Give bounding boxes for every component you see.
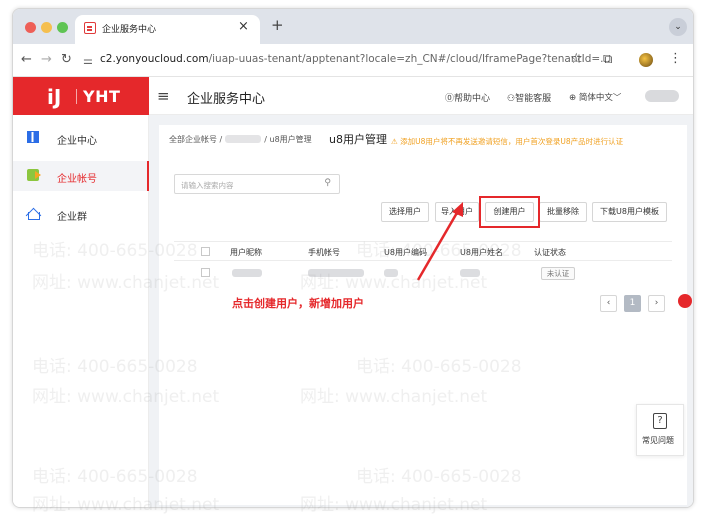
address-bar[interactable]: c2.yonyoucloud.com/iuap-uuas-tenant/appt… [100,53,610,65]
sidebar-item-label: 企业群 [57,212,87,223]
tab-search-button[interactable]: ⌄ [669,18,687,36]
back-arrow-icon[interactable]: ← [21,52,32,67]
blurred-cell [308,269,364,277]
search-placeholder: 请输入搜索内容 [181,181,234,190]
notice-text: ⚠ 添加U8用户将不再发送邀请短信，用户首次登录U8产品时进行认证 [391,137,624,146]
search-icon[interactable]: ⚲ [324,178,331,188]
browser-tab[interactable]: 企业服务中心 × [75,15,260,44]
logo-divider [76,89,77,104]
column-header: 用户昵称 [230,248,262,257]
blurred-cell [384,269,398,277]
home-icon [27,207,40,220]
select-user-button[interactable]: 选择用户 [381,202,429,222]
bookmark-star-icon[interactable]: ☆ [570,51,583,67]
annotation-text: 点击创建用户，新增加用户 [232,297,364,310]
breadcrumb-root[interactable]: 全部企业帐号 / [169,135,222,144]
forward-arrow-icon[interactable]: → [41,52,52,67]
highlight-box [479,196,540,228]
blurred-cell [460,269,480,277]
url-path: /iuap-uuas-tenant/apptenant?locale=zh_CN… [208,53,611,65]
sidebar: 企业中心 企业帐号 企业群 [13,115,149,507]
browser-toolbar: ← → ↻ ⚌ c2.yonyoucloud.com/iuap-uuas-ten… [13,44,693,77]
breadcrumb-mid[interactable]: u8用户管理 [270,135,312,144]
column-header: U8用户姓名 [460,248,503,257]
close-window-button[interactable] [25,22,36,33]
browser-window: 企业服务中心 × + ⌄ ← → ↻ ⚌ c2.yonyoucloud.com/… [12,8,694,508]
url-host: c2.yonyoucloud.com [100,53,209,65]
language-selector[interactable]: ⊕ 简体中文﹀ [569,91,621,103]
search-input[interactable]: 请输入搜索内容 ⚲ [174,174,340,194]
profile-avatar-icon[interactable] [639,53,653,67]
site-settings-icon[interactable]: ⚌ [83,54,93,67]
globe-icon: ⊕ [569,93,579,103]
breadcrumb: 全部企业帐号 / / u8用户管理 [169,134,312,145]
download-template-button[interactable]: 下载U8用户模板 [592,202,667,222]
column-header: 手机帐号 [308,248,340,257]
column-header: U8用户编码 [384,248,427,257]
logo-mark: iJ [47,85,62,109]
logo-text: YHT [83,87,121,106]
minimize-window-button[interactable] [41,22,52,33]
smart-service-link[interactable]: ⚇智能客服 [507,91,551,104]
table-header: 用户昵称 手机帐号 U8用户编码 U8用户姓名 认证状态 [174,241,672,261]
app-header: ≡ 企业服务中心 ⓪帮助中心 ⚇智能客服 ⊕ 简体中文﹀ [149,77,693,115]
blurred-cell [232,269,262,277]
page-number-button[interactable]: 1 [624,295,641,312]
sidebar-item-label: 企业帐号 [57,174,97,185]
batch-remove-button[interactable]: 批量移除 [539,202,587,222]
select-all-checkbox[interactable] [201,247,210,256]
sidebar-item-org-account[interactable]: 企业帐号 [13,161,149,191]
new-tab-button[interactable]: + [271,16,284,34]
status-badge: 未认证 [541,267,575,280]
user-avatar[interactable] [645,90,679,102]
breadcrumb-company[interactable] [225,135,262,143]
more-menu-icon[interactable]: ⋮ [669,51,682,66]
reload-icon[interactable]: ↻ [61,52,72,67]
page-title: u8用户管理 [329,133,387,146]
help-center-link[interactable]: ⓪帮助中心 [445,91,490,104]
sidebar-item-org-center[interactable]: 企业中心 [13,123,149,153]
tab-title: 企业服务中心 [102,25,157,35]
account-icon [27,169,41,181]
org-icon [27,131,39,143]
sidebar-item-org-group[interactable]: 企业群 [13,199,149,229]
app-title: 企业服务中心 [187,92,266,107]
app-area: iJ YHT ≡ 企业服务中心 ⓪帮助中心 ⚇智能客服 ⊕ 简体中文﹀ 企业中心… [13,77,693,507]
extensions-icon[interactable]: ⧉ [603,52,612,67]
hamburger-menu-icon[interactable]: ≡ [157,87,170,105]
tab-close-button[interactable]: × [238,19,249,34]
question-icon: ? [653,413,667,429]
faq-label: 常见问题 [642,436,674,445]
language-label: 简体中文﹀ [578,93,622,103]
column-header: 认证状态 [534,248,566,257]
main-panel: 全部企业帐号 / / u8用户管理 u8用户管理 ⚠ 添加U8用户将不再发送邀请短… [159,125,687,505]
tab-strip: 企业服务中心 × + ⌄ [13,9,693,44]
breadcrumb-sep: / [264,135,267,144]
maximize-window-button[interactable] [57,22,68,33]
favicon-icon [84,22,96,34]
sidebar-item-label: 企业中心 [57,136,97,147]
import-user-button[interactable]: 导入用户 [435,202,479,222]
next-page-button[interactable]: › [648,295,665,312]
row-checkbox[interactable] [201,268,210,277]
table-row[interactable]: 未认证 [174,262,672,284]
logo[interactable]: iJ YHT [13,77,149,115]
faq-button[interactable]: ? 常见问题 [636,404,684,456]
floating-widget-icon[interactable] [678,294,692,308]
prev-page-button[interactable]: ‹ [600,295,617,312]
